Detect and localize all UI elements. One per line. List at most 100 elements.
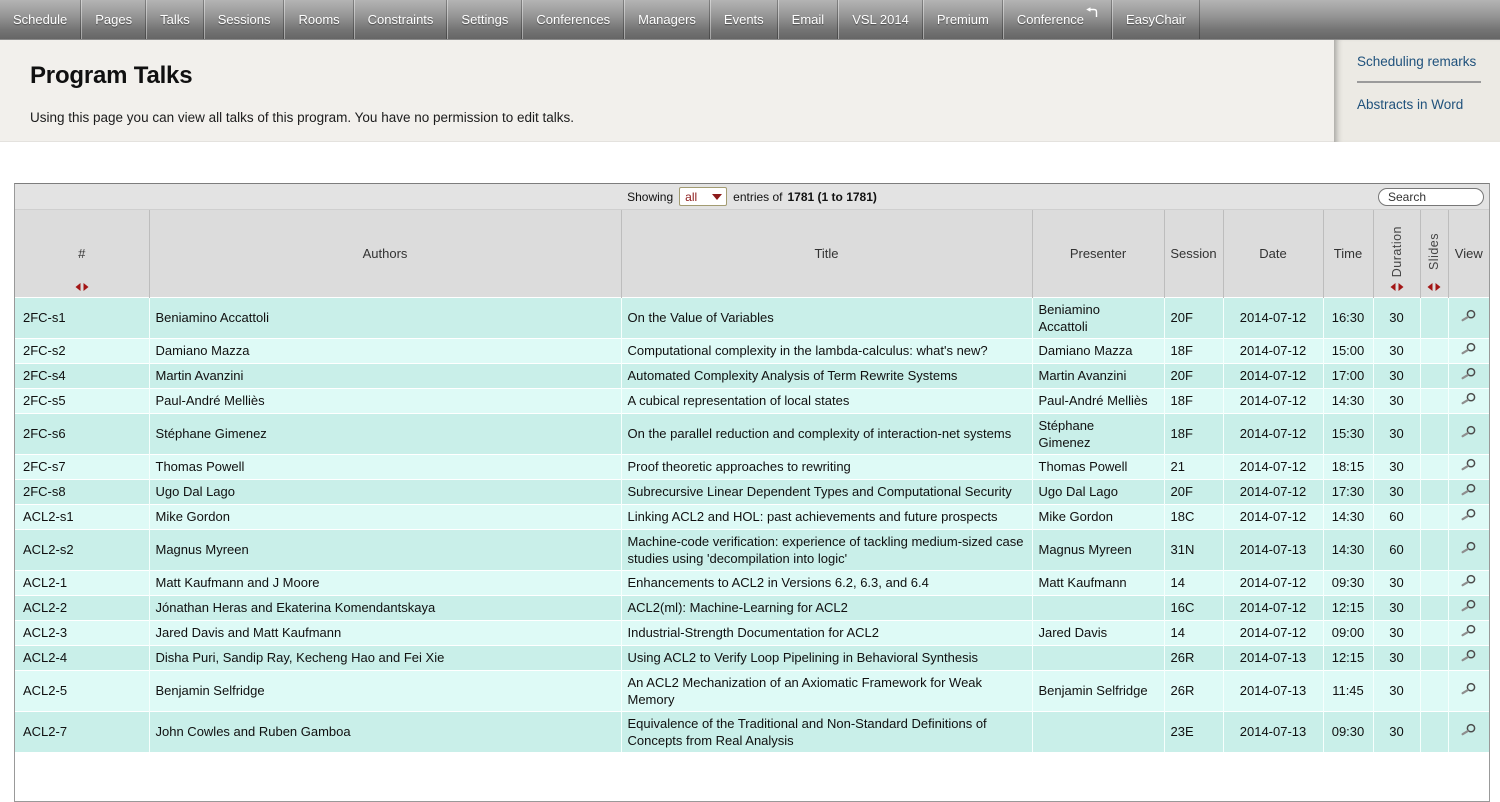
nav-item-talks[interactable]: Talks: [146, 0, 204, 39]
magnifier-icon[interactable]: [1460, 723, 1477, 737]
presenter-cell: [1032, 595, 1164, 620]
nav-item-label: Talks: [160, 12, 190, 27]
view-cell: [1448, 670, 1489, 711]
title-cell: Automated Complexity Analysis of Term Re…: [621, 363, 1032, 388]
nav-item-schedule[interactable]: Schedule: [0, 0, 81, 39]
title-cell: Computational complexity in the lambda-c…: [621, 338, 1032, 363]
magnifier-icon[interactable]: [1460, 483, 1477, 497]
presenter-cell: [1032, 645, 1164, 670]
view-cell: [1448, 413, 1489, 454]
nav-item-conference[interactable]: Conference: [1003, 0, 1112, 39]
page-title: Program Talks: [0, 40, 1500, 90]
nav-item-label: Conferences: [536, 12, 610, 27]
magnifier-icon[interactable]: [1460, 508, 1477, 522]
presenter-cell: Matt Kaufmann: [1032, 570, 1164, 595]
nav-item-label: Schedule: [13, 12, 67, 27]
title-cell: Machine-code verification: experience of…: [621, 529, 1032, 570]
table-row: 2FC-s1 Beniamino Accattoli On the Value …: [15, 297, 1489, 338]
nav-item-email[interactable]: Email: [778, 0, 839, 39]
title-cell: Using ACL2 to Verify Loop Pipelining in …: [621, 645, 1032, 670]
slides-cell: [1420, 338, 1448, 363]
col-header-view: View: [1448, 210, 1489, 297]
date-cell: 2014-07-12: [1223, 297, 1323, 338]
nav-item-premium[interactable]: Premium: [923, 0, 1003, 39]
view-cell: [1448, 504, 1489, 529]
nav-item-constraints[interactable]: Constraints: [354, 0, 448, 39]
view-cell: [1448, 338, 1489, 363]
magnifier-icon[interactable]: [1460, 425, 1477, 439]
table-controls: Showing all entries of 1781 (1 to 1781): [15, 184, 1489, 210]
magnifier-icon[interactable]: [1460, 342, 1477, 356]
slides-cell: [1420, 620, 1448, 645]
talk-number-cell: 2FC-s2: [15, 338, 149, 363]
talk-number-cell: ACL2-3: [15, 620, 149, 645]
magnifier-icon[interactable]: [1460, 574, 1477, 588]
title-cell: Proof theoretic approaches to rewriting: [621, 454, 1032, 479]
session-cell: 18C: [1164, 504, 1223, 529]
slides-cell: [1420, 529, 1448, 570]
magnifier-icon[interactable]: [1460, 458, 1477, 472]
nav-item-pages[interactable]: Pages: [81, 0, 146, 39]
sort-arrows-slides[interactable]: [1428, 283, 1441, 291]
duration-cell: 30: [1373, 570, 1420, 595]
abstracts-in-word-link[interactable]: Abstracts in Word: [1357, 83, 1500, 112]
top-navbar: Schedule Pages Talks SessionsRoomsConstrain…: [0, 0, 1500, 40]
nav-item-managers[interactable]: Managers: [624, 0, 710, 39]
nav-item-events[interactable]: Events: [710, 0, 778, 39]
date-cell: 2014-07-12: [1223, 338, 1323, 363]
session-cell: 26R: [1164, 670, 1223, 711]
table-row: ACL2-5 Benjamin Selfridge An ACL2 Mechan…: [15, 670, 1489, 711]
sort-arrows-number[interactable]: [75, 283, 88, 291]
duration-cell: 30: [1373, 413, 1420, 454]
talk-number-cell: 2FC-s8: [15, 479, 149, 504]
date-cell: 2014-07-12: [1223, 413, 1323, 454]
nav-item-label: VSL 2014: [852, 12, 909, 27]
nav-item-label: Email: [792, 12, 825, 27]
nav-item-sessions[interactable]: Sessions: [204, 0, 285, 39]
presenter-cell: Ugo Dal Lago: [1032, 479, 1164, 504]
nav-item-conferences[interactable]: Conferences: [522, 0, 624, 39]
magnifier-icon[interactable]: [1460, 541, 1477, 555]
entries-select[interactable]: all: [679, 187, 727, 206]
view-cell: [1448, 297, 1489, 338]
table-row: ACL2-2 Jónathan Heras and Ekaterina Kome…: [15, 595, 1489, 620]
view-cell: [1448, 388, 1489, 413]
magnifier-icon[interactable]: [1460, 367, 1477, 381]
slides-cell: [1420, 570, 1448, 595]
col-header-presenter: Presenter: [1032, 210, 1164, 297]
magnifier-icon[interactable]: [1460, 392, 1477, 406]
session-cell: 14: [1164, 620, 1223, 645]
session-cell: 31N: [1164, 529, 1223, 570]
authors-cell: Jared Davis and Matt Kaufmann: [149, 620, 621, 645]
authors-cell: Damiano Mazza: [149, 338, 621, 363]
scheduling-remarks-link[interactable]: Scheduling remarks: [1357, 40, 1500, 69]
time-cell: 18:15: [1323, 454, 1373, 479]
col-header-session: Session: [1164, 210, 1223, 297]
date-cell: 2014-07-12: [1223, 595, 1323, 620]
view-cell: [1448, 620, 1489, 645]
authors-cell: Stéphane Gimenez: [149, 413, 621, 454]
entries-prefix: entries of: [733, 190, 782, 204]
talk-number-cell: ACL2-4: [15, 645, 149, 670]
view-cell: [1448, 454, 1489, 479]
table-row: ACL2-4 Disha Puri, Sandip Ray, Kecheng H…: [15, 645, 1489, 670]
nav-item-rooms[interactable]: Rooms: [284, 0, 353, 39]
view-cell: [1448, 595, 1489, 620]
magnifier-icon[interactable]: [1460, 649, 1477, 663]
magnifier-icon[interactable]: [1460, 682, 1477, 696]
magnifier-icon[interactable]: [1460, 599, 1477, 613]
magnifier-icon[interactable]: [1460, 309, 1477, 323]
sort-arrows-duration[interactable]: [1390, 283, 1403, 291]
slides-cell: [1420, 363, 1448, 388]
magnifier-icon[interactable]: [1460, 624, 1477, 638]
table-row: ACL2-3 Jared Davis and Matt Kaufmann Ind…: [15, 620, 1489, 645]
nav-item-easychair[interactable]: EasyChair: [1112, 0, 1200, 39]
search-input[interactable]: [1378, 188, 1484, 206]
nav-item-vsl-2014[interactable]: VSL 2014: [838, 0, 923, 39]
talk-number-cell: 2FC-s5: [15, 388, 149, 413]
duration-cell: 30: [1373, 645, 1420, 670]
title-cell: On the parallel reduction and complexity…: [621, 413, 1032, 454]
slides-cell: [1420, 297, 1448, 338]
authors-cell: Mike Gordon: [149, 504, 621, 529]
nav-item-settings[interactable]: Settings: [447, 0, 522, 39]
